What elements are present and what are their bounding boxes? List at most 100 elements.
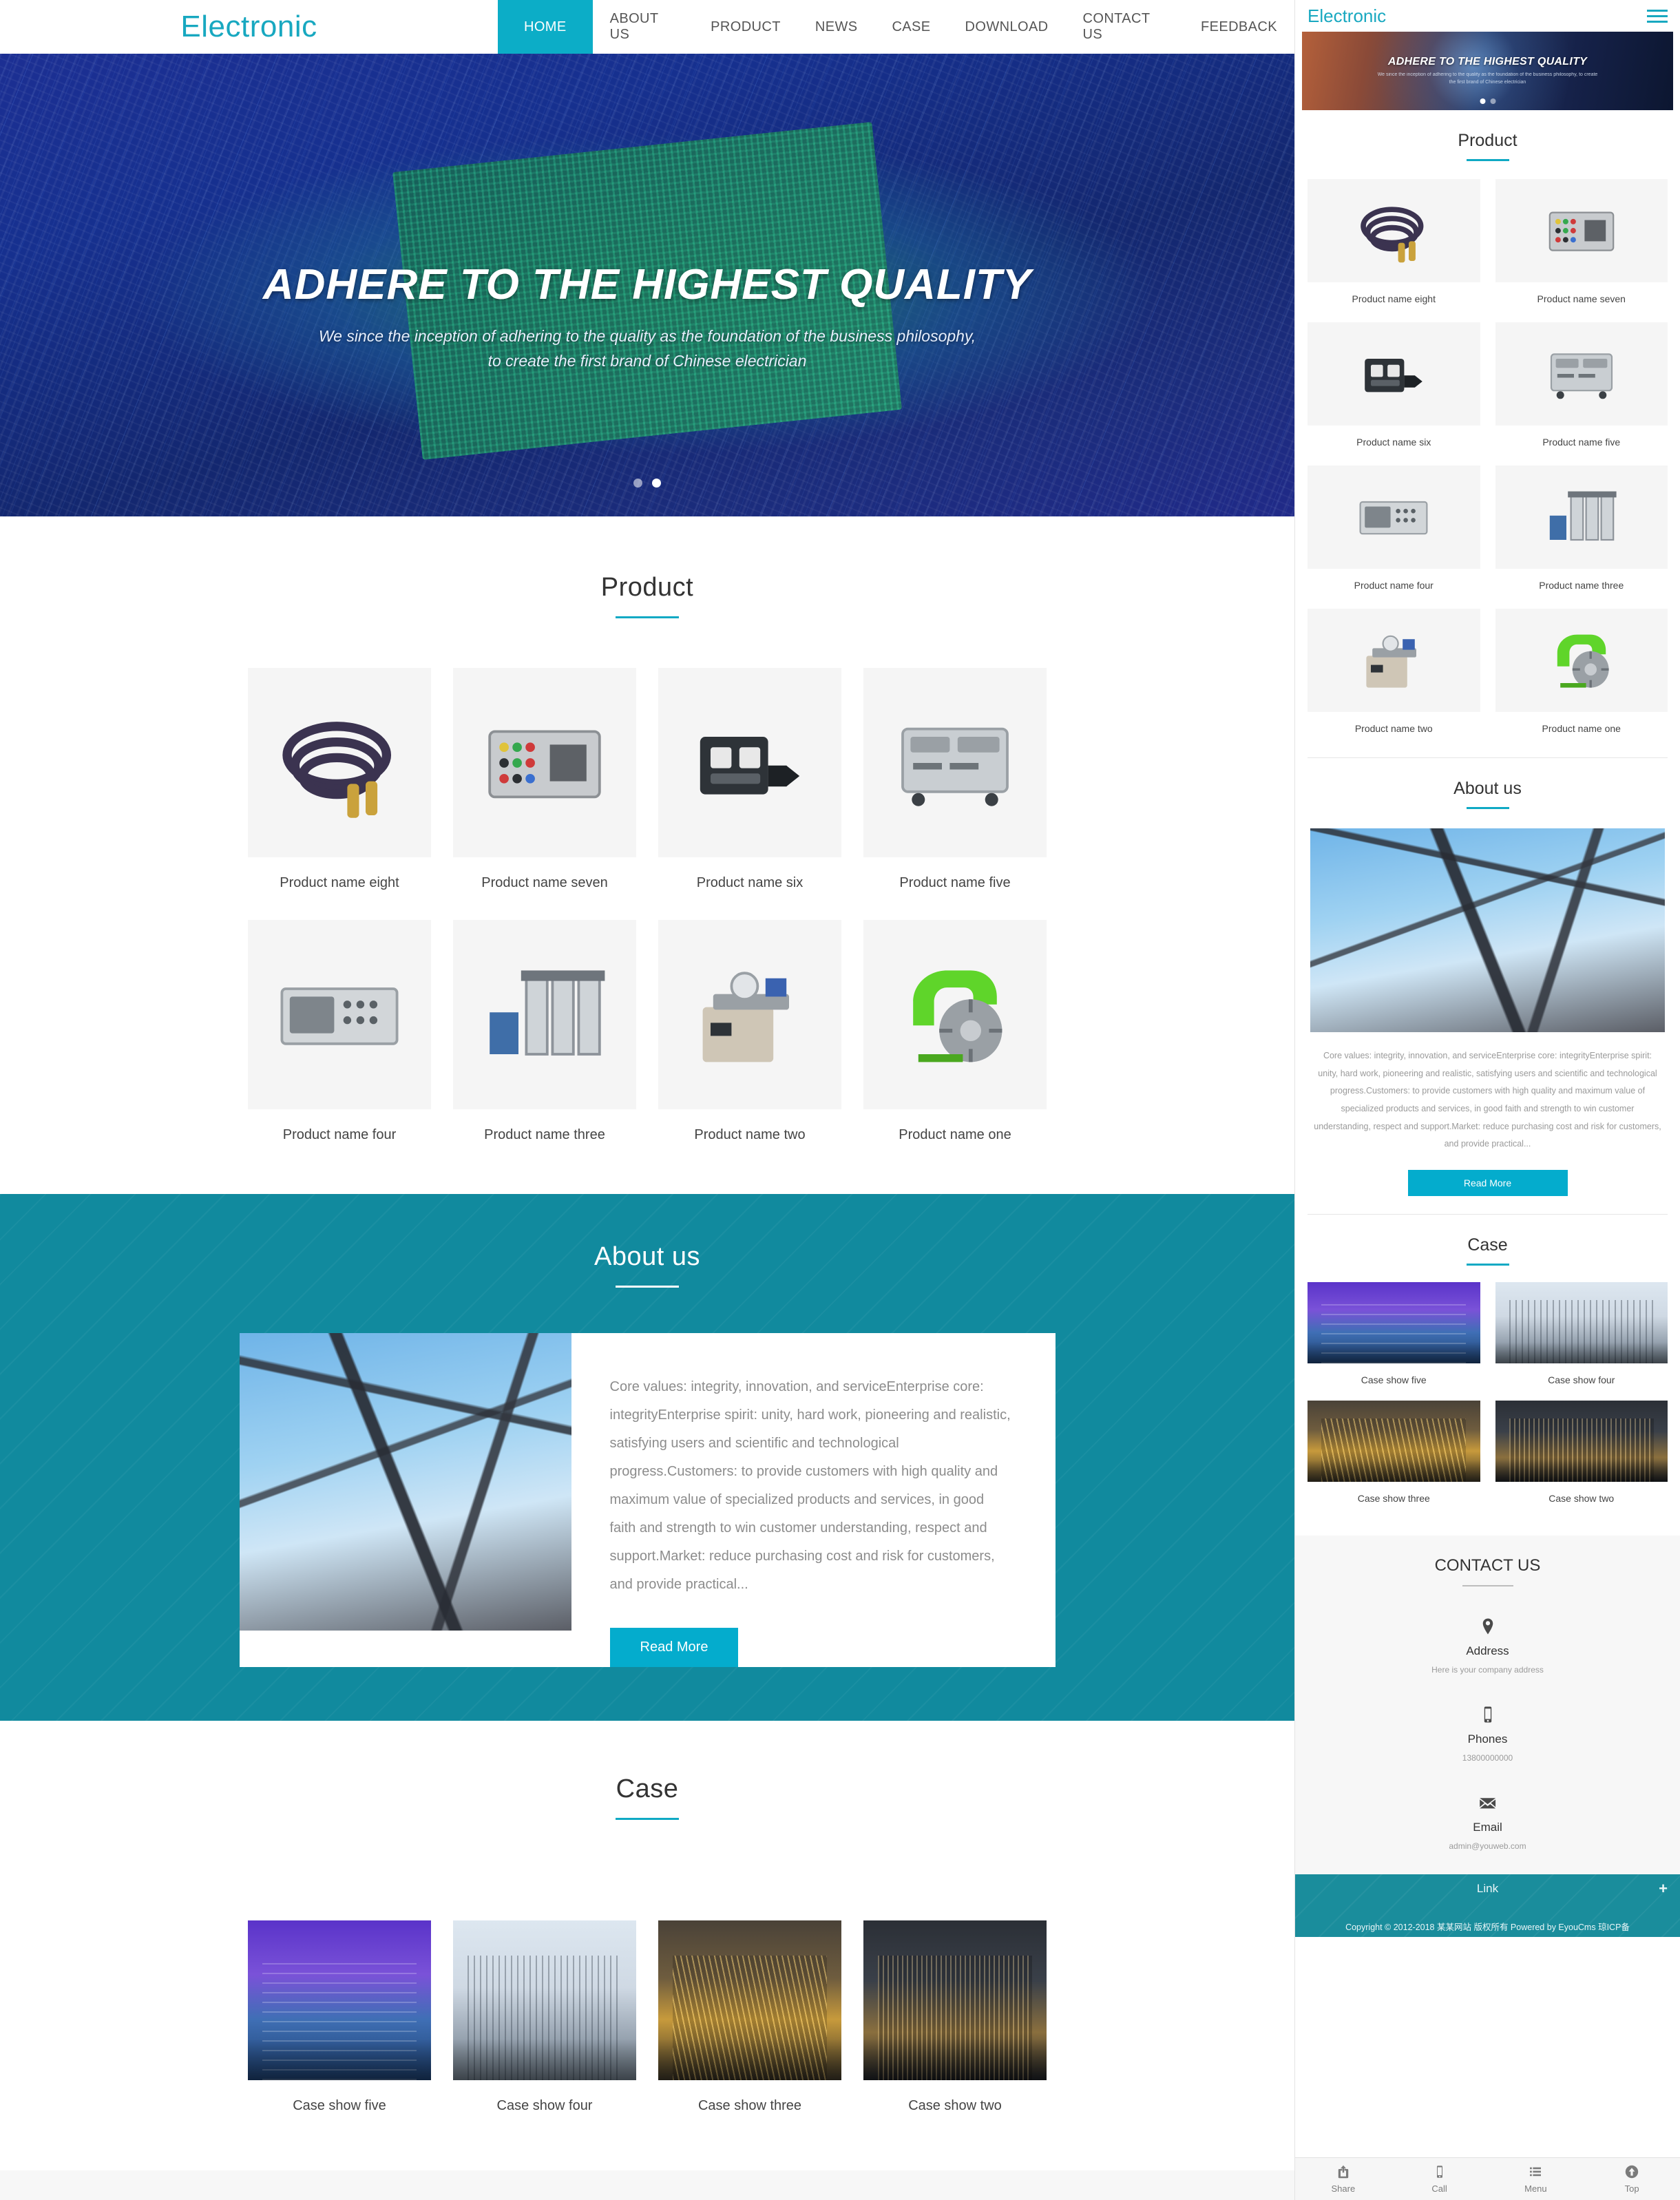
mobile-case-image[interactable] <box>1495 1281 1668 1363</box>
rack-tester-icon[interactable] <box>1495 179 1668 282</box>
case-card[interactable]: Case show three <box>658 1867 841 2114</box>
rack-tester-icon[interactable] <box>453 668 636 857</box>
mobile-about-read-more-button[interactable]: Read More <box>1407 1169 1568 1196</box>
hero-slider-dots[interactable] <box>633 479 661 488</box>
mobile-case-card[interactable]: Case show three <box>1308 1400 1480 1519</box>
mobile-contact-label: Address <box>1466 1644 1509 1657</box>
bottom-bar-item-call[interactable]: Call <box>1392 2158 1488 2200</box>
mobile-hero-dot-2[interactable] <box>1490 98 1495 104</box>
mobile-hero-banner[interactable]: ADHERE TO THE HIGHEST QUALITY We since t… <box>1302 32 1673 110</box>
three-cell-machine-icon[interactable] <box>1495 465 1668 569</box>
mobile-case-heading: Case <box>1295 1215 1680 1266</box>
case-card[interactable]: Case show two <box>863 1867 1047 2114</box>
case-image[interactable] <box>658 1920 841 2080</box>
case-image[interactable] <box>863 1920 1047 2080</box>
nav-item-download[interactable]: DOWNLOAD <box>948 0 1066 54</box>
bottom-bar-item-share[interactable]: Share <box>1295 2158 1392 2200</box>
test-bench-icon[interactable] <box>863 668 1047 857</box>
mobile-product-card[interactable]: Product name six <box>1308 322 1480 465</box>
mobile-about-heading: About us <box>1295 758 1680 809</box>
product-card[interactable]: Product name two <box>658 920 841 1172</box>
about-card: Core values: integrity, innovation, and … <box>239 1333 1056 1667</box>
product-card[interactable]: Product name four <box>248 920 431 1172</box>
mobile-product-card[interactable]: Product name two <box>1308 609 1480 752</box>
nav-item-contact-us[interactable]: CONTACT US <box>1066 0 1184 54</box>
winding-machine-icon[interactable] <box>658 920 841 1109</box>
nav-item-feedback[interactable]: FEEDBACK <box>1184 0 1294 54</box>
circular-saw-icon[interactable] <box>863 920 1047 1109</box>
mobile-contact-item: Phones 13800000000 <box>1295 1702 1680 1763</box>
rack-analyzer-icon[interactable] <box>248 920 431 1109</box>
plus-icon[interactable]: + <box>1659 1880 1668 1898</box>
mobile-hero-dots[interactable] <box>1480 98 1495 104</box>
title-underline <box>616 1286 679 1288</box>
phone-icon[interactable] <box>1433 2165 1447 2181</box>
mobile-case-name: Case show four <box>1548 1374 1615 1385</box>
case-image[interactable] <box>453 1920 636 2080</box>
nav-item-case[interactable]: CASE <box>874 0 947 54</box>
about-read-more-button[interactable]: Read More <box>609 1628 739 1667</box>
mobile-about-image <box>1310 828 1665 1032</box>
mobile-footer-link-row[interactable]: Link + <box>1295 1874 1680 1903</box>
product-card[interactable]: Product name five <box>863 668 1047 920</box>
title-underline <box>616 1818 679 1820</box>
power-inverter-icon[interactable] <box>658 668 841 857</box>
mobile-product-card[interactable]: Product name five <box>1495 322 1668 465</box>
hero-banner[interactable]: ADHERE TO THE HIGHEST QUALITY We since t… <box>0 54 1294 516</box>
mobile-product-card[interactable]: Product name one <box>1495 609 1668 752</box>
menu-grid-icon[interactable] <box>1529 2165 1542 2181</box>
mobile-case-card[interactable]: Case show four <box>1495 1281 1668 1401</box>
case-name: Case show four <box>496 2098 593 2113</box>
case-card[interactable]: Case show four <box>453 1867 636 2114</box>
coiled-cable-icon[interactable] <box>1308 179 1480 282</box>
mobile-case-image[interactable] <box>1495 1400 1668 1482</box>
hero-dot-1[interactable] <box>633 479 642 488</box>
mobile-hero-dot-1[interactable] <box>1480 98 1485 104</box>
mobile-product-card[interactable]: Product name four <box>1308 465 1480 609</box>
product-card[interactable]: Product name seven <box>453 668 636 920</box>
mobile-product-card[interactable]: Product name seven <box>1495 179 1668 322</box>
mobile-case-card[interactable]: Case show two <box>1495 1400 1668 1519</box>
product-card[interactable]: Product name three <box>453 920 636 1172</box>
product-card[interactable]: Product name eight <box>248 668 431 920</box>
nav-item-product[interactable]: PRODUCT <box>693 0 798 54</box>
share-icon[interactable] <box>1336 2165 1350 2181</box>
mobile-product-name: Product name six <box>1356 437 1431 448</box>
coiled-cable-icon[interactable] <box>248 668 431 857</box>
hamburger-menu-icon[interactable] <box>1647 9 1668 23</box>
about-image <box>239 1333 571 1631</box>
product-name: Product name three <box>484 1127 605 1142</box>
mobile-product-name: Product name five <box>1542 437 1621 448</box>
site-logo[interactable]: Electronic <box>0 0 498 54</box>
arrow-up-icon[interactable] <box>1625 2165 1639 2181</box>
bottom-bar-item-top[interactable]: Top <box>1584 2158 1680 2200</box>
winding-machine-icon[interactable] <box>1308 609 1480 712</box>
mobile-product-card[interactable]: Product name eight <box>1308 179 1480 322</box>
three-cell-machine-icon[interactable] <box>453 920 636 1109</box>
mobile-site-logo[interactable]: Electronic <box>1308 6 1386 27</box>
bottom-bar-item-menu[interactable]: Menu <box>1488 2158 1584 2200</box>
case-name: Case show two <box>908 2098 1002 2113</box>
circular-saw-icon[interactable] <box>1495 609 1668 712</box>
mobile-case-card[interactable]: Case show five <box>1308 1281 1480 1401</box>
rack-analyzer-icon[interactable] <box>1308 465 1480 569</box>
test-bench-icon[interactable] <box>1495 322 1668 426</box>
mobile-hero-title: ADHERE TO THE HIGHEST QUALITY <box>1387 56 1588 67</box>
mobile-contact-value: Here is your company address <box>1431 1664 1544 1675</box>
mobile-product-name: Product name one <box>1542 723 1621 734</box>
mobile-case-image[interactable] <box>1308 1281 1480 1363</box>
nav-item-news[interactable]: NEWS <box>798 0 875 54</box>
power-inverter-icon[interactable] <box>1308 322 1480 426</box>
hero-dot-2[interactable] <box>652 479 661 488</box>
product-card[interactable]: Product name one <box>863 920 1047 1172</box>
nav-item-about-us[interactable]: ABOUT US <box>593 0 694 54</box>
product-card[interactable]: Product name six <box>658 668 841 920</box>
mobile-product-card[interactable]: Product name three <box>1495 465 1668 609</box>
mobile-contact-label: Email <box>1473 1820 1502 1834</box>
case-section-heading: Case <box>0 1774 1294 1820</box>
case-image[interactable] <box>248 1920 431 2080</box>
case-card[interactable]: Case show five <box>248 1867 431 2114</box>
mobile-case-image[interactable] <box>1308 1400 1480 1482</box>
nav-item-home[interactable]: HOME <box>498 0 593 54</box>
product-name: Product name seven <box>481 875 608 890</box>
